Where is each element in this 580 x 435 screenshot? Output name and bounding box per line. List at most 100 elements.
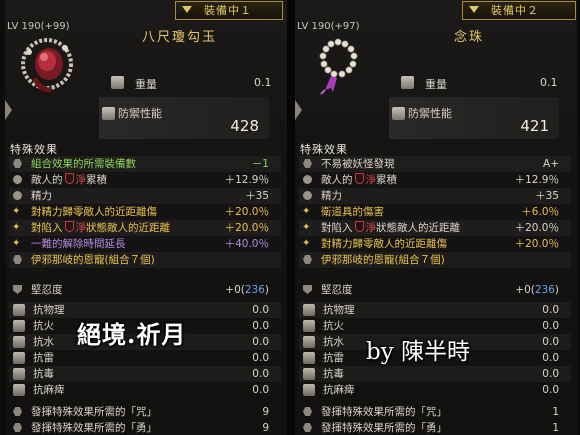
resistance-icon bbox=[303, 384, 315, 396]
defense-value: 428 bbox=[230, 117, 259, 135]
weight-value: 0.1 bbox=[254, 76, 272, 89]
resistance-label: 抗水 bbox=[33, 336, 54, 348]
dot-icon bbox=[13, 191, 22, 200]
effect-label: 對陷入 淨狀態敵人的近距離 bbox=[321, 220, 460, 236]
requirement-courage-row[interactable]: 發揮特殊效果所需的「勇」 1 bbox=[299, 420, 571, 435]
resistance-label: 抗麻痺 bbox=[33, 384, 65, 396]
special-effects-title: 特殊效果 bbox=[10, 143, 58, 156]
impurity-text: 淨 bbox=[365, 222, 377, 234]
effect-label: 對精力歸零敵人的近距離傷 bbox=[31, 204, 157, 220]
item-comparison-screen: 裝備中１ LV 190(+99) 八尺瓊勾玉 重量 0.1 防禦性能 428 特… bbox=[0, 0, 580, 435]
level-bonus: (+99) bbox=[40, 21, 70, 32]
hex-icon bbox=[13, 255, 22, 264]
equipped-slot-label: 裝備中２ bbox=[491, 4, 539, 17]
effect-row[interactable]: 伊邪那岐的恩寵(組合７個) bbox=[299, 252, 571, 268]
toughness-close: ) bbox=[264, 284, 269, 296]
hex-icon bbox=[303, 255, 312, 264]
panel-arrow-right[interactable] bbox=[295, 100, 302, 120]
effect-label: 精力 bbox=[31, 188, 52, 204]
resistance-label: 抗麻痺 bbox=[323, 384, 355, 396]
equipped-slot-tab[interactable]: 裝備中２ bbox=[462, 1, 576, 20]
effect-value: －1 bbox=[251, 158, 269, 170]
resistance-icon bbox=[303, 320, 315, 332]
toughness-row[interactable]: 堅忍度 +0(236) bbox=[9, 282, 281, 298]
effect-row[interactable]: 伊邪那岐的恩寵(組合７個) bbox=[9, 252, 281, 268]
effect-value: ＋6.0％ bbox=[521, 206, 559, 218]
effect-label: 對精力歸零敵人的近距離傷 bbox=[321, 236, 447, 252]
impurity-text: 淨 bbox=[75, 174, 87, 186]
effect-label: 組合效果的所需裝備數 bbox=[31, 156, 136, 172]
resistance-row[interactable]: 抗雷 0.0 bbox=[9, 350, 281, 366]
equipped-slot-label: 裝備中１ bbox=[204, 4, 252, 17]
resistance-label: 抗物理 bbox=[33, 304, 65, 316]
effect-label: 對陷入 淨狀態敵人的近距離 bbox=[31, 220, 170, 236]
effect-value: ＋20.0％ bbox=[514, 238, 559, 250]
requirement-courage-row[interactable]: 發揮特殊效果所需的「勇」 9 bbox=[9, 420, 281, 435]
toughness-close: ) bbox=[554, 284, 559, 296]
star-icon: ✦ bbox=[302, 206, 311, 217]
requirement-courage-value: 9 bbox=[262, 422, 269, 434]
resistance-value: 0.0 bbox=[252, 320, 269, 332]
effect-row[interactable]: ✦ 對精力歸零敵人的近距離傷 ＋20.0％ bbox=[299, 236, 571, 252]
star-icon: ✦ bbox=[302, 238, 311, 249]
dot-icon bbox=[13, 175, 22, 184]
armor-icon bbox=[392, 107, 405, 120]
resistance-row[interactable]: 抗麻痺 0.0 bbox=[9, 382, 281, 398]
toughness-base: +0( bbox=[515, 284, 535, 296]
dot-icon bbox=[303, 175, 312, 184]
resistance-value: 0.0 bbox=[542, 384, 559, 396]
requirement-icon bbox=[13, 423, 22, 432]
item-panel-right: 裝備中２ LV 190(+97) 念珠 重量 0.1 防禦性能 421 特殊效果… bbox=[295, 0, 577, 435]
resistance-value: 0.0 bbox=[542, 304, 559, 316]
item-name: 八尺瓊勾玉 bbox=[142, 30, 218, 45]
effect-row[interactable]: 精力 ＋35 bbox=[299, 188, 571, 204]
effect-value: ＋35 bbox=[245, 190, 269, 202]
toughness-row[interactable]: 堅忍度 +0(236) bbox=[299, 282, 571, 298]
panel-arrow-left[interactable] bbox=[5, 100, 12, 120]
effect-label-text: 組合效果的所需裝備數 bbox=[31, 158, 136, 170]
armor-icon bbox=[102, 107, 115, 120]
effect-row[interactable]: ✦ 一難的解除時間延長 ＋40.0％ bbox=[9, 236, 281, 252]
resistance-value: 0.0 bbox=[542, 352, 559, 364]
effect-row[interactable]: 組合效果的所需裝備數 －1 bbox=[9, 156, 281, 172]
equipped-slot-tab[interactable]: 裝備中１ bbox=[175, 1, 283, 20]
requirement-curse-row[interactable]: 發揮特殊效果所需的「咒」 9 bbox=[9, 404, 281, 420]
effect-label-suffix: 累積 bbox=[86, 174, 107, 186]
resistance-value: 0.0 bbox=[252, 336, 269, 348]
resistance-row[interactable]: 抗物理 0.0 bbox=[299, 302, 571, 318]
requirement-curse-row[interactable]: 發揮特殊效果所需的「咒」 1 bbox=[299, 404, 571, 420]
toughness-value: +0(236) bbox=[225, 282, 269, 298]
resistance-icon bbox=[303, 368, 315, 380]
resistance-row[interactable]: 抗毒 0.0 bbox=[299, 366, 571, 382]
watermark-left: 絕境.祈月 bbox=[77, 320, 187, 349]
effect-row[interactable]: ✦ 衛道具的傷害 ＋6.0％ bbox=[299, 204, 571, 220]
effect-row[interactable]: 精力 ＋35 bbox=[9, 188, 281, 204]
resistance-value: 0.0 bbox=[252, 352, 269, 364]
effect-value: ＋20.0％ bbox=[224, 206, 269, 218]
toughness-icon bbox=[13, 285, 22, 294]
weight-icon bbox=[401, 76, 414, 89]
resistance-icon bbox=[13, 336, 25, 348]
effect-row[interactable]: 不易被妖怪發現 A+ bbox=[299, 156, 571, 172]
effect-row[interactable]: ✦ 對陷入 淨狀態敵人的近距離 ＋20.0％ bbox=[299, 220, 571, 236]
toughness-base: +0( bbox=[225, 284, 245, 296]
effect-row[interactable]: ✦ 對陷入 淨狀態敵人的近距離 ＋20.0％ bbox=[9, 220, 281, 236]
effect-label-text: 精力 bbox=[31, 190, 52, 202]
resistance-row[interactable]: 抗麻痺 0.0 bbox=[299, 382, 571, 398]
resistance-label: 抗物理 bbox=[323, 304, 355, 316]
dot-icon bbox=[303, 191, 312, 200]
defense-box: 防禦性能 421 bbox=[389, 97, 559, 139]
effect-row[interactable]: 敵人的 淨累積 ＋12.9％ bbox=[299, 172, 571, 188]
special-effects-title: 特殊效果 bbox=[300, 143, 348, 156]
resistance-value: 0.0 bbox=[542, 320, 559, 332]
effect-label: 伊邪那岐的恩寵(組合７個) bbox=[31, 252, 155, 268]
resistance-row[interactable]: 抗毒 0.0 bbox=[9, 366, 281, 382]
requirement-icon bbox=[13, 407, 22, 416]
effect-row[interactable]: ✦ 對精力歸零敵人的近距離傷 ＋20.0％ bbox=[9, 204, 281, 220]
resistance-icon bbox=[303, 352, 315, 364]
impurity-text: 淨 bbox=[75, 222, 87, 234]
effect-row[interactable]: 敵人的 淨累積 ＋12.9％ bbox=[9, 172, 281, 188]
resistance-value: 0.0 bbox=[252, 368, 269, 380]
requirement-courage-label: 發揮特殊效果所需的「勇」 bbox=[321, 422, 447, 434]
level-text: LV 190 bbox=[297, 21, 331, 32]
